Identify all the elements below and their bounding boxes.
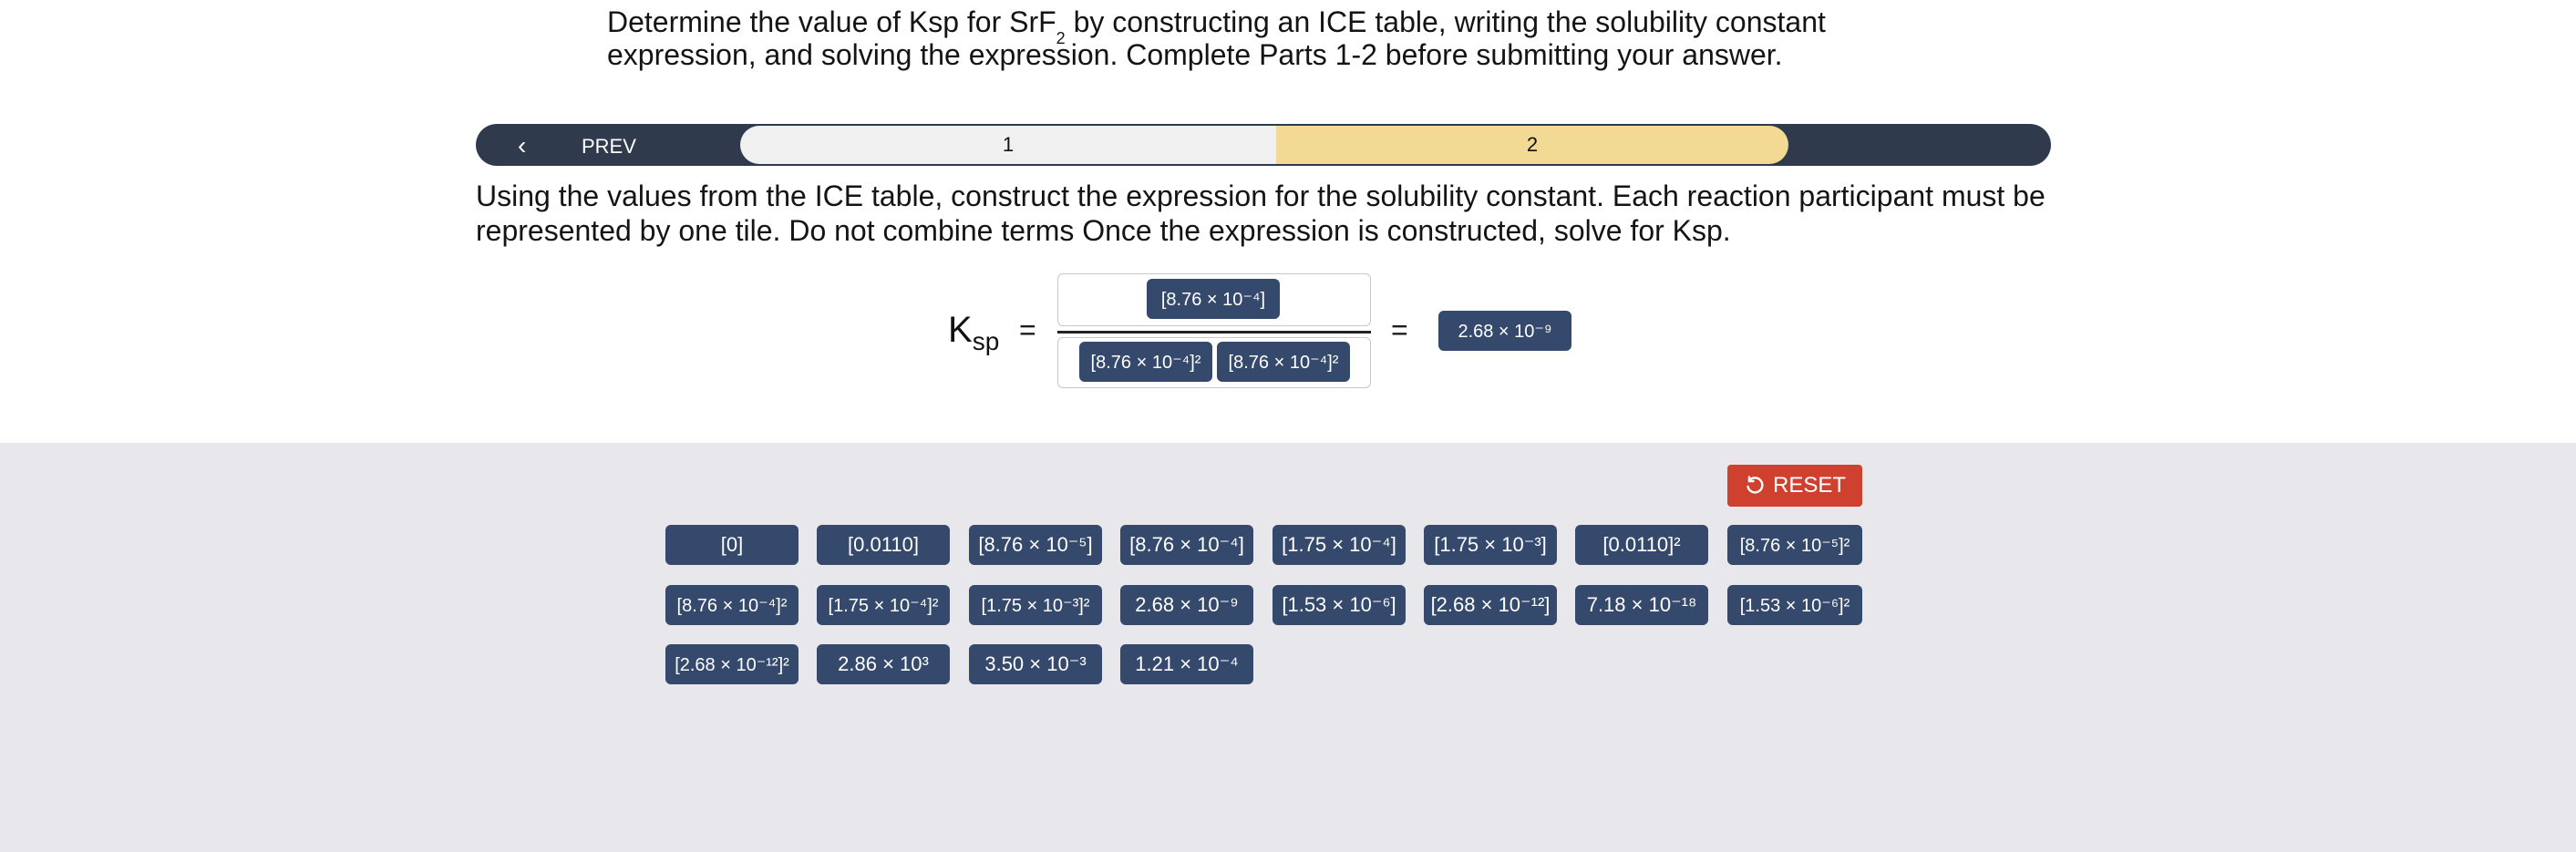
bank-tile[interactable]: [0] (665, 525, 799, 565)
step-tab-2[interactable]: 2 (1276, 126, 1788, 164)
bank-tile[interactable]: [1.75 × 10⁻⁴] (1273, 525, 1406, 565)
bank-tile[interactable]: [1.75 × 10⁻³] (1424, 525, 1557, 565)
ksp-label-sub: sp (972, 327, 1000, 355)
bank-tile[interactable]: 7.18 × 10⁻¹⁸ (1575, 585, 1708, 625)
reset-label: RESET (1772, 473, 1846, 498)
equals-sign: = (1391, 313, 1408, 346)
reset-icon (1747, 476, 1764, 494)
tile-bank-area (0, 443, 2576, 852)
reset-button[interactable]: RESET (1727, 465, 1862, 507)
prev-label: PREV (582, 135, 636, 158)
denominator-tile[interactable]: [8.76 × 10⁻⁴]² (1217, 342, 1350, 382)
bank-tile[interactable]: [0.0110]² (1575, 525, 1708, 565)
result-tile[interactable]: 2.68 × 10⁻⁹ (1438, 311, 1571, 351)
bank-tile[interactable]: [2.68 × 10⁻¹²]² (665, 644, 799, 684)
bank-tile[interactable]: [8.76 × 10⁻⁵] (969, 525, 1102, 565)
prev-button[interactable]: ‹ PREV (476, 124, 740, 166)
bank-tile[interactable]: [1.75 × 10⁻³]² (969, 585, 1102, 625)
bank-tile[interactable]: 1.21 × 10⁻⁴ (1120, 644, 1253, 684)
bank-tile[interactable]: [2.68 × 10⁻¹²] (1424, 585, 1557, 625)
numerator-tile[interactable]: [8.76 × 10⁻⁴] (1147, 279, 1280, 319)
bank-tile[interactable]: [1.53 × 10⁻⁶] (1273, 585, 1406, 625)
instructions-text: Using the values from the ICE table, con… (476, 180, 2045, 247)
bank-tile[interactable]: [8.76 × 10⁻⁴] (1120, 525, 1253, 565)
bank-tile[interactable]: 2.86 × 10³ (817, 644, 950, 684)
ksp-label-main: K (948, 310, 973, 350)
ksp-label: Ksp (948, 310, 999, 356)
question-subscript: 2 (1056, 29, 1066, 48)
bank-tile[interactable]: 2.68 × 10⁻⁹ (1120, 585, 1253, 625)
step-tab-1[interactable]: 1 (740, 126, 1276, 164)
fraction-bar (1057, 331, 1371, 334)
bank-tile[interactable]: [0.0110] (817, 525, 950, 565)
bank-tile[interactable]: [1.75 × 10⁻⁴]² (817, 585, 950, 625)
denominator-tile[interactable]: [8.76 × 10⁻⁴]² (1079, 342, 1212, 382)
question-text-before: Determine the value of Ksp for SrF (607, 5, 1056, 38)
question-text: Determine the value of Ksp for SrF2 by c… (607, 5, 1883, 71)
bank-tile[interactable]: [8.76 × 10⁻⁴]² (665, 585, 799, 625)
bank-tile[interactable]: 3.50 × 10⁻³ (969, 644, 1102, 684)
bank-tile[interactable]: [8.76 × 10⁻⁵]² (1727, 525, 1862, 565)
equals-sign: = (1019, 313, 1036, 346)
step-navigation: ‹ PREV 1 2 (476, 124, 2051, 166)
bank-tile[interactable]: [1.53 × 10⁻⁶]² (1727, 585, 1862, 625)
chevron-left-icon: ‹ (518, 131, 527, 159)
